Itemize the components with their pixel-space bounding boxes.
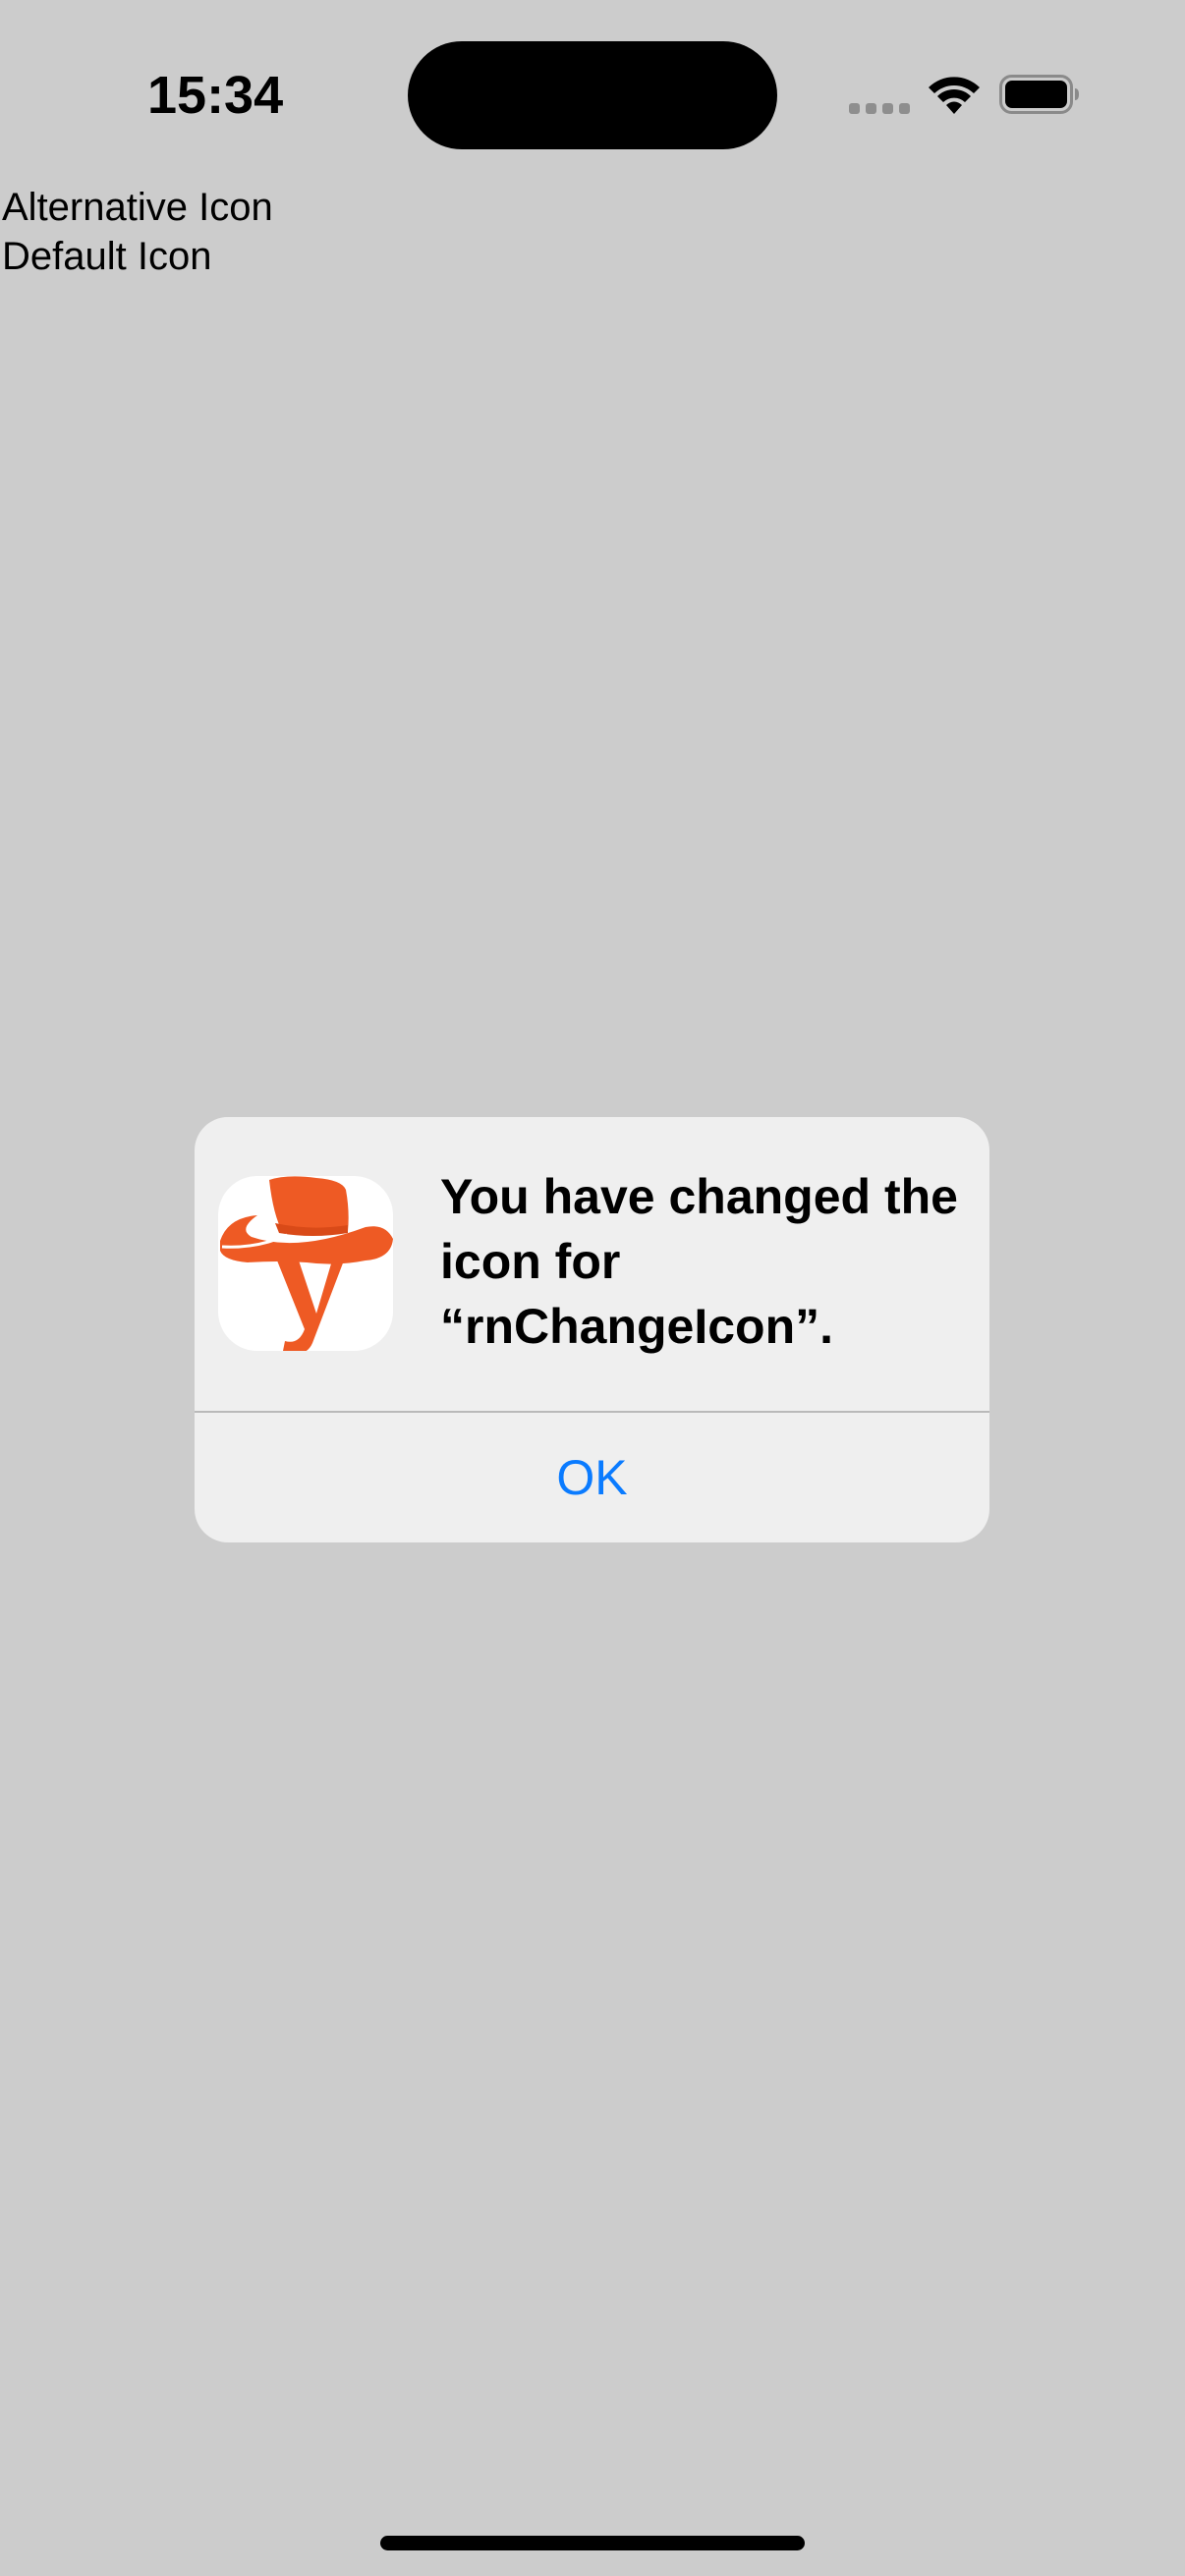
icon-option-list: Alternative Icon Default Icon [2,183,273,281]
dynamic-island [408,41,777,149]
wifi-icon [929,77,980,114]
ok-button[interactable]: OK [195,1413,989,1542]
status-time: 15:34 [147,66,284,125]
default-icon-option[interactable]: Default Icon [2,232,273,281]
alert-message: You have changed the icon for “rnChangeI… [440,1169,958,1354]
app-icon [218,1176,393,1351]
battery-icon [999,75,1079,114]
cellular-signal-icon [849,103,910,117]
alternative-icon-option[interactable]: Alternative Icon [2,183,273,232]
cowboy-hat-y-icon [220,1176,393,1351]
home-indicator[interactable] [380,2536,805,2550]
icon-changed-alert: You have changed the icon for “rnChangeI… [195,1117,989,1542]
